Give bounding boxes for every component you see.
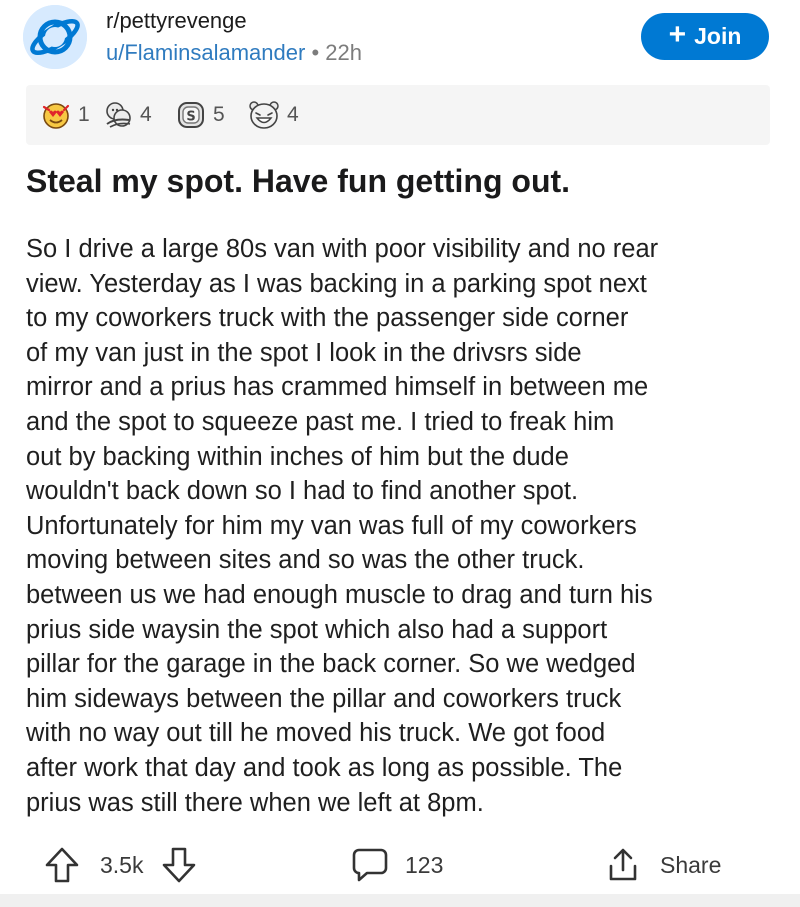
author-link[interactable]: u/Flaminsalamander	[106, 40, 305, 65]
comments-button[interactable]: 123	[351, 846, 443, 884]
award-item[interactable]: 4	[247, 99, 299, 131]
vote-score: 3.5k	[100, 851, 144, 878]
meta-separator: •	[311, 40, 320, 65]
silver-s-award-icon: S	[178, 102, 204, 128]
post-separator	[0, 894, 800, 907]
award-item[interactable]: 1	[40, 99, 90, 131]
award-count: 4	[140, 103, 152, 126]
award-count: 4	[287, 103, 299, 126]
award-count: 1	[78, 103, 90, 126]
share-icon	[609, 848, 637, 881]
downvote-arrow-icon[interactable]	[161, 846, 197, 884]
award-item[interactable]: S 5	[175, 99, 225, 131]
share-button[interactable]: Share	[606, 846, 721, 884]
body-line: mirror and a prius has crammed himself i…	[26, 373, 649, 402]
join-label: Join	[694, 23, 742, 49]
award-count: 5	[213, 103, 225, 126]
plus-icon: +	[668, 18, 687, 51]
share-label: Share	[660, 851, 722, 878]
post-title[interactable]: Steal my spot. Have fun getting out.	[26, 158, 786, 204]
post-age: 22h	[325, 40, 362, 65]
body-line: So I drive a large 80s van with poor vis…	[26, 235, 659, 263]
body-line: prius was still there when we left at 8p…	[26, 788, 484, 817]
post-meta: u/Flaminsalamander • 22h	[106, 40, 362, 66]
body-line: of my van just in the spot I look in the…	[26, 338, 582, 367]
comment-bubble-icon	[352, 848, 388, 882]
awards-bar[interactable]: 1 4 S 5 4	[26, 85, 770, 145]
body-line: prius side waysin the spot which also ha…	[26, 615, 608, 644]
upvote-arrow-icon[interactable]	[44, 846, 80, 884]
body-line: to my coworkers truck with the passenger…	[26, 304, 629, 333]
subreddit-avatar[interactable]	[23, 5, 87, 69]
hug-award-icon	[106, 102, 131, 128]
post-body: So I drive a large 80s van with poor vis…	[26, 232, 786, 820]
subreddit-name[interactable]: r/pettyrevenge	[106, 8, 247, 34]
body-line: view. Yesterday as I was backing in a pa…	[26, 269, 647, 298]
svg-text:S: S	[186, 110, 195, 125]
body-line: Unfortunately for him my van was full of…	[26, 511, 637, 540]
vote-group: 3.5k	[44, 846, 197, 884]
body-line: pillar for the garage in the back corner…	[26, 650, 636, 679]
body-line: out by backing within inches of him but …	[26, 442, 569, 471]
planet-icon	[23, 5, 87, 69]
body-line: moving between sites and so was the othe…	[26, 546, 585, 575]
join-button[interactable]: + Join	[641, 13, 769, 60]
award-item[interactable]: 4	[102, 99, 152, 131]
body-line: between us we had enough muscle to drag …	[26, 580, 653, 609]
comment-count: 123	[405, 851, 444, 878]
body-line: with no way out till he moved his truck.…	[26, 719, 606, 748]
heart-eyes-award-icon	[42, 103, 70, 129]
body-line: wouldn't back down so I had to find anot…	[26, 477, 579, 506]
post-header: r/pettyrevenge u/Flaminsalamander • 22h …	[0, 0, 800, 80]
body-line: after work that day and took as long as …	[26, 753, 623, 782]
body-line: him sideways between the pillar and cowo…	[26, 684, 622, 713]
laughing-face-award-icon	[249, 101, 279, 129]
action-bar: 3.5k 123 Share	[0, 840, 800, 892]
body-line: and the spot to squeeze past me. I tried…	[26, 407, 615, 436]
